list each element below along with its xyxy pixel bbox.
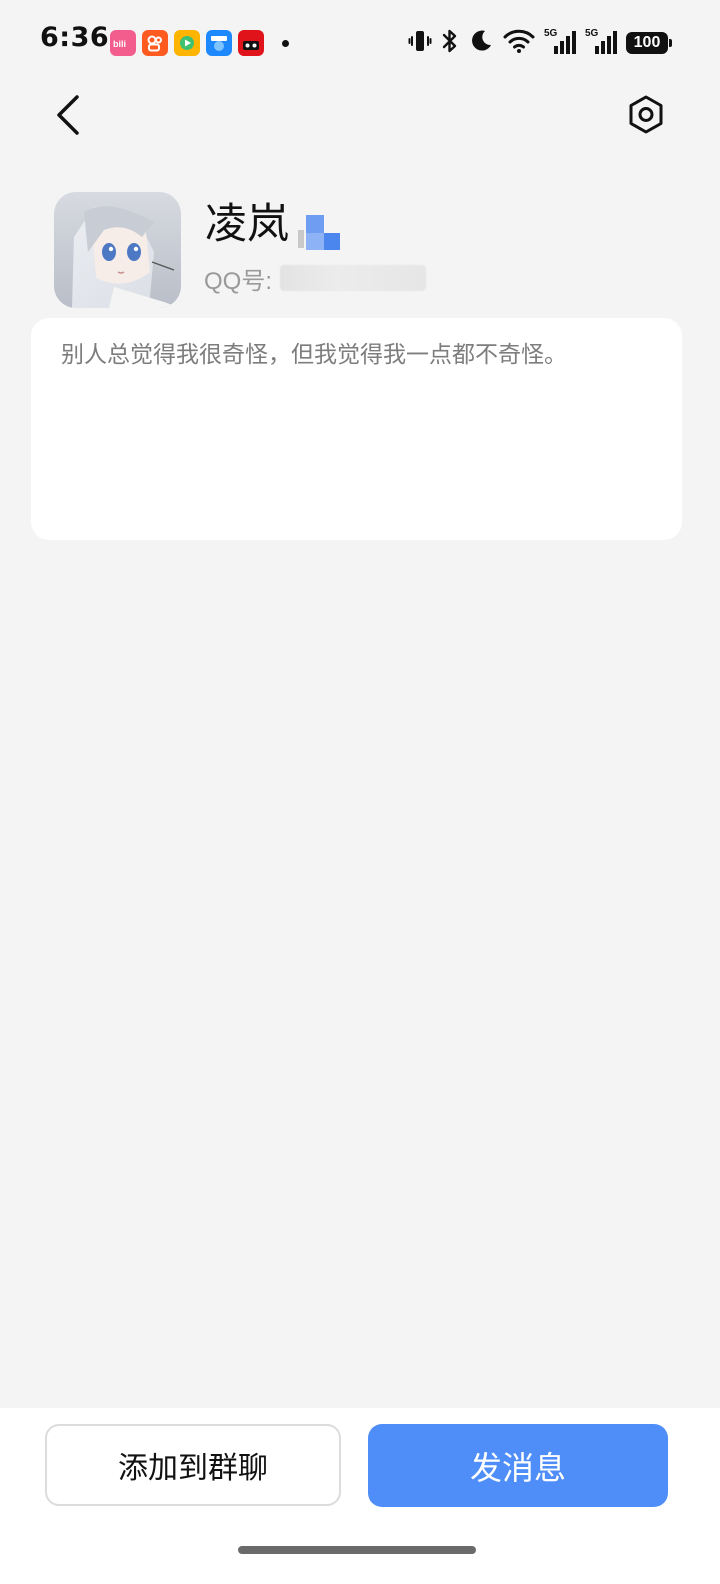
vibrate-icon xyxy=(408,29,432,57)
nickname: 凌岚 xyxy=(205,199,290,248)
chevron-left-icon xyxy=(53,94,83,140)
status-bar: 6:36 bili 5G 5G 100 xyxy=(0,0,720,84)
tmall-icon xyxy=(238,30,264,56)
status-time: 6:36 xyxy=(40,22,110,53)
svg-text:bili: bili xyxy=(113,39,126,49)
bluetooth-icon xyxy=(441,28,459,58)
do-not-disturb-moon-icon xyxy=(468,28,494,58)
wifi-icon xyxy=(503,28,535,58)
personal-signature: 别人总觉得我很奇怪，但我觉得我一点都不奇怪。 xyxy=(61,342,567,368)
notification-icons: bili xyxy=(110,30,289,56)
avatar[interactable] xyxy=(54,192,181,308)
gear-hexagon-icon xyxy=(626,94,666,140)
video-app-icon xyxy=(174,30,200,56)
qq-number-line: QQ号: xyxy=(204,262,427,295)
qq-number-label: QQ号: xyxy=(204,267,273,295)
qq-number-redacted xyxy=(280,265,427,291)
signature-card: 别人总觉得我很奇怪，但我觉得我一点都不奇怪。 xyxy=(31,318,682,540)
cellular-signal-2: 5G xyxy=(585,28,617,56)
bottom-action-bar: 添加到群聊 发消息 xyxy=(0,1408,720,1584)
settings-button[interactable] xyxy=(622,94,670,140)
status-indicators: 5G 5G 100 xyxy=(408,28,672,58)
kuaishou-icon xyxy=(142,30,168,56)
battery-indicator: 100 xyxy=(626,32,672,54)
add-to-group-button[interactable]: 添加到群聊 xyxy=(45,1424,341,1506)
home-indicator[interactable] xyxy=(238,1546,476,1554)
send-message-button[interactable]: 发消息 xyxy=(368,1424,668,1507)
autohome-icon xyxy=(206,30,232,56)
cellular-signal-1: 5G xyxy=(544,28,576,56)
bilibili-icon: bili xyxy=(110,30,136,56)
more-notifications-dot xyxy=(282,39,289,47)
back-button[interactable] xyxy=(46,94,90,140)
vip-level-icon xyxy=(296,212,342,252)
